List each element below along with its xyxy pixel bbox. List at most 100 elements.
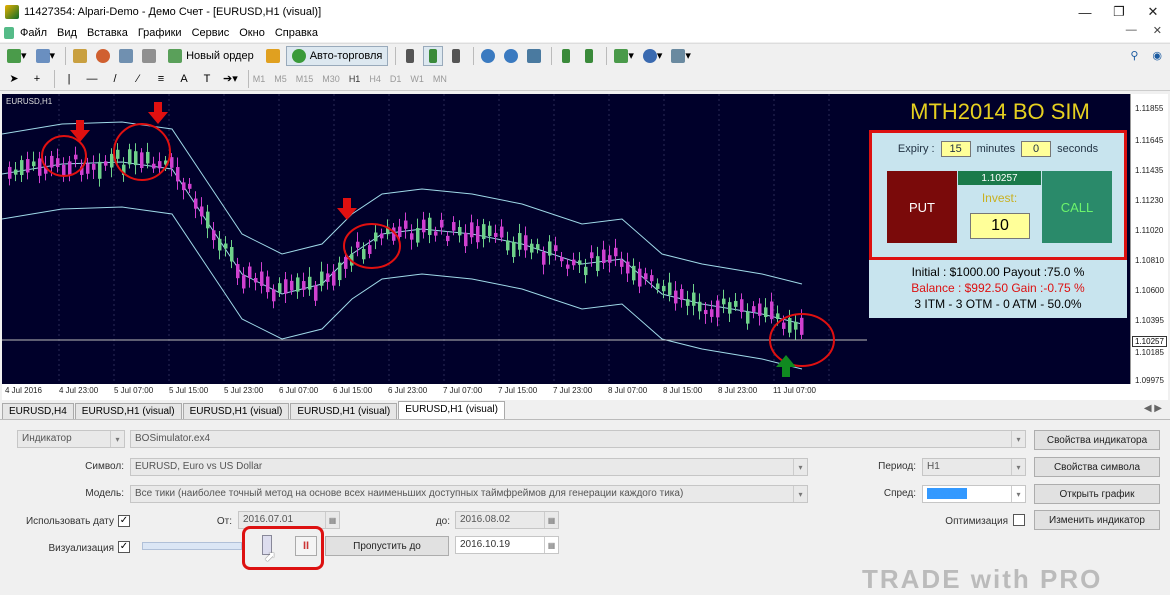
- community-icon[interactable]: ◉: [1152, 49, 1162, 62]
- expiry-seconds-input[interactable]: 0: [1021, 141, 1052, 157]
- data-window-button[interactable]: [116, 46, 136, 66]
- restore-icon[interactable]: ❐: [1102, 0, 1136, 24]
- tf-m30[interactable]: M30: [322, 74, 340, 84]
- tab-eurusd-h4[interactable]: EURUSD,H4: [2, 403, 74, 419]
- tf-mn[interactable]: MN: [433, 74, 447, 84]
- menu-insert[interactable]: Вставка: [87, 27, 128, 39]
- bar-chart-icon: [406, 48, 415, 63]
- cursor-icon[interactable]: ➤: [4, 69, 24, 89]
- tab-scroll-arrows[interactable]: ◀ ▶: [1144, 403, 1162, 414]
- periods-button[interactable]: ▾: [640, 46, 666, 66]
- indicator-properties-button[interactable]: Свойства индикатора: [1034, 430, 1160, 450]
- open-chart-button[interactable]: Открыть график: [1034, 484, 1160, 504]
- new-chart-button[interactable]: ▾: [4, 46, 30, 66]
- tf-d1[interactable]: D1: [390, 74, 402, 84]
- expiry-label: Expiry :: [897, 143, 935, 155]
- candle-body: [752, 306, 756, 312]
- menu-tools[interactable]: Сервис: [192, 27, 230, 39]
- candle-body: [410, 233, 414, 240]
- tab-eurusd-h1-visual-2[interactable]: EURUSD,H1 (visual): [182, 403, 290, 419]
- tf-h4[interactable]: H4: [369, 74, 381, 84]
- price-chart[interactable]: EURUSD,H1 MTH2014 BO SIM Expiry : 15 min…: [2, 94, 1168, 400]
- menu-file[interactable]: Файл: [20, 27, 47, 39]
- document-icon: [4, 27, 14, 39]
- indicator-select[interactable]: BOSimulator.ex4 ▾: [130, 430, 1026, 448]
- text-icon[interactable]: A: [174, 69, 194, 89]
- tf-m1[interactable]: M1: [253, 74, 266, 84]
- market-watch-button[interactable]: [70, 46, 90, 66]
- profiles-button[interactable]: ▾: [33, 46, 59, 66]
- put-button[interactable]: PUT: [887, 171, 957, 243]
- candle-body: [278, 283, 282, 293]
- tab-eurusd-h1-visual-4[interactable]: EURUSD,H1 (visual): [398, 401, 505, 419]
- bar-chart-button[interactable]: [400, 46, 420, 66]
- tab-eurusd-h1-visual-1[interactable]: EURUSD,H1 (visual): [74, 403, 182, 419]
- arrows-icon[interactable]: ➔▾: [220, 69, 241, 89]
- expiry-minutes-input[interactable]: 15: [940, 141, 971, 157]
- menu-help[interactable]: Справка: [275, 27, 318, 39]
- horizontal-line-icon[interactable]: —: [82, 69, 102, 89]
- chart-shift-button[interactable]: [579, 46, 599, 66]
- trendline-icon[interactable]: /: [105, 69, 125, 89]
- candle-body: [338, 262, 342, 281]
- autoscroll-button[interactable]: [556, 46, 576, 66]
- navigator-button[interactable]: [93, 46, 113, 66]
- tab-eurusd-h1-visual-3[interactable]: EURUSD,H1 (visual): [290, 403, 398, 419]
- indicators-button[interactable]: ▾: [611, 46, 637, 66]
- to-date-input[interactable]: 2016.08.02 ▦: [455, 511, 559, 529]
- templates-button[interactable]: ▾: [668, 46, 694, 66]
- text-label-icon[interactable]: T: [197, 69, 217, 89]
- optimization-checkbox[interactable]: [1013, 514, 1025, 526]
- vertical-line-icon[interactable]: |: [59, 69, 79, 89]
- crosshair-icon[interactable]: +: [27, 69, 47, 89]
- new-order-button[interactable]: Новый ордер: [162, 46, 260, 66]
- menu-bar: Файл Вид Вставка Графики Сервис Окно Спр…: [0, 24, 1170, 42]
- mdi-close-icon[interactable]: ✕: [1153, 24, 1162, 37]
- visualization-checkbox[interactable]: ✓: [118, 541, 130, 553]
- menu-window[interactable]: Окно: [239, 27, 265, 39]
- period-select[interactable]: H1 ▾: [922, 458, 1026, 476]
- skip-to-date-input[interactable]: 2016.10.19 ▦: [455, 536, 559, 554]
- chevron-down-icon: ▾: [1011, 459, 1025, 475]
- channel-icon[interactable]: ⁄: [128, 69, 148, 89]
- zoom-out-button[interactable]: [501, 46, 521, 66]
- tf-m5[interactable]: M5: [274, 74, 287, 84]
- terminal-button[interactable]: [139, 46, 159, 66]
- mode-select[interactable]: Индикатор ▾: [17, 430, 125, 448]
- candlestick-button[interactable]: [423, 45, 444, 66]
- close-icon[interactable]: ✕: [1136, 0, 1170, 24]
- mdi-minimize-icon[interactable]: —: [1126, 24, 1137, 37]
- candle-body: [770, 301, 774, 320]
- menu-charts[interactable]: Графики: [138, 27, 182, 39]
- chart-symbol-label: EURUSD,H1: [6, 97, 53, 106]
- candle-body: [488, 225, 492, 237]
- symbol-properties-button[interactable]: Свойства символа: [1034, 457, 1160, 477]
- invest-input[interactable]: 10: [970, 213, 1030, 239]
- tf-m15[interactable]: M15: [296, 74, 314, 84]
- use-date-checkbox[interactable]: ✓: [118, 515, 130, 527]
- tf-w1[interactable]: W1: [410, 74, 424, 84]
- tf-h1[interactable]: H1: [349, 74, 361, 84]
- menu-view[interactable]: Вид: [57, 27, 77, 39]
- candle-body: [674, 290, 678, 304]
- speed-slider-track[interactable]: [142, 542, 242, 550]
- modify-indicator-button[interactable]: Изменить индикатор: [1034, 510, 1160, 530]
- pause-button[interactable]: II: [295, 536, 317, 556]
- call-button[interactable]: CALL: [1042, 171, 1112, 243]
- skip-to-button[interactable]: Пропустить до: [325, 536, 449, 556]
- search-icon[interactable]: ⚲: [1130, 49, 1138, 62]
- candle-body: [512, 241, 516, 258]
- zoom-in-button[interactable]: [478, 46, 498, 66]
- metaeditor-button[interactable]: [263, 46, 283, 66]
- autotrading-button[interactable]: Авто-торговля: [285, 45, 389, 66]
- tile-windows-button[interactable]: [524, 46, 544, 66]
- minimize-icon[interactable]: —: [1068, 0, 1102, 24]
- line-chart-button[interactable]: [446, 46, 466, 66]
- fibonacci-icon[interactable]: ≡: [151, 69, 171, 89]
- model-select[interactable]: Все тики (наиболее точный метод на основ…: [130, 485, 808, 503]
- symbol-select[interactable]: EURUSD, Euro vs US Dollar ▾: [130, 458, 808, 476]
- candle-body: [656, 283, 660, 289]
- bo-panel-title: MTH2014 BO SIM: [869, 96, 1131, 128]
- spread-select[interactable]: Текущий ▾: [922, 485, 1026, 503]
- invest-label: Invest:: [981, 191, 1018, 205]
